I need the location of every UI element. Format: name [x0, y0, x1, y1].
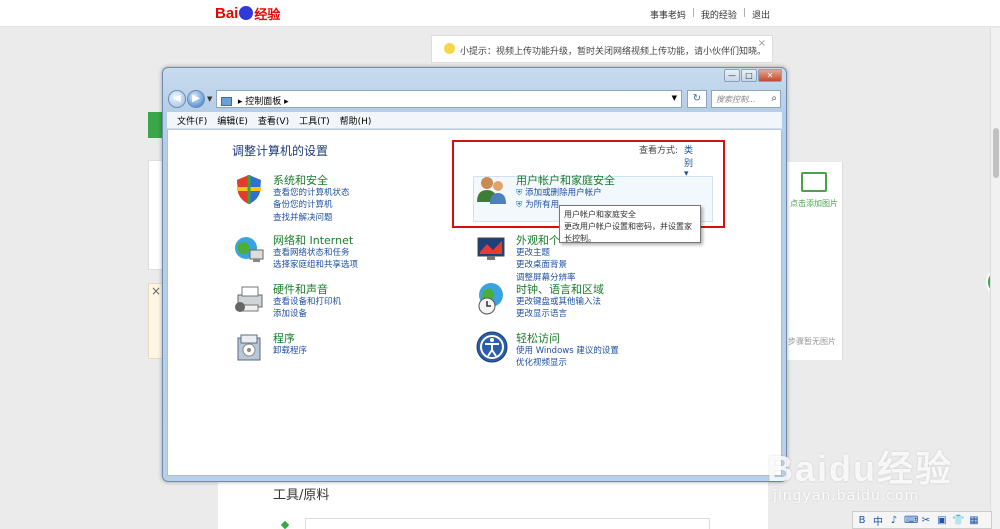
menu-tools[interactable]: 工具(T)	[294, 114, 335, 127]
category-link[interactable]: 更改桌面背景	[516, 258, 567, 270]
breadcrumb-arrow[interactable]: ▸	[284, 97, 289, 107]
watermark-logo-text: Baidu经验	[767, 448, 954, 489]
category-link[interactable]: 查看设备和打印机	[273, 295, 341, 307]
menu-edit[interactable]: 编辑(E)	[212, 114, 253, 127]
ime-skin-icon[interactable]: 👕	[952, 515, 964, 526]
control-panel-window: — □ ✕ ◀ ▶ ▼ ▸ 控制面板 ▸ ▼ ↻ 搜索控制... ⌕ 文件(F)…	[162, 67, 787, 482]
recent-pages-dropdown[interactable]: ▼	[207, 95, 212, 103]
ime-menu-icon[interactable]: ▦	[968, 515, 980, 526]
close-button[interactable]: ✕	[758, 69, 782, 82]
category-link[interactable]: 更改主题	[516, 246, 550, 258]
menu-help[interactable]: 帮助(H)	[335, 114, 377, 127]
category-link[interactable]: 查看网络状态和任务	[273, 246, 350, 258]
user-links: 事事老妈 | 我的经验 | 退出	[650, 8, 770, 21]
category-link[interactable]: 更改显示语言	[516, 307, 567, 319]
left-green-tab[interactable]	[148, 112, 162, 138]
no-image-label: 步骤暂无图片	[788, 337, 836, 346]
network-icon	[235, 237, 264, 262]
ime-voice-icon[interactable]: ♪	[888, 515, 900, 526]
refresh-button[interactable]: ↻	[687, 90, 707, 108]
globe-clock-icon	[478, 283, 503, 315]
image-add-icon	[801, 172, 827, 192]
tooltip-text: 更改用户帐户设置和密码，并设置家	[564, 222, 692, 231]
printer-icon	[235, 286, 263, 312]
link-separator: |	[742, 8, 746, 18]
baidu-logo[interactable]: Bai 经验	[215, 3, 280, 23]
content-title: 调整计算机的设置	[232, 144, 329, 158]
ime-screenshot-icon[interactable]: ✂	[920, 515, 932, 526]
search-input[interactable]: 搜索控制... ⌕	[711, 90, 781, 108]
logo-jingyan: 经验	[254, 7, 281, 23]
add-image-label: 点击添加图片	[790, 199, 838, 208]
control-panel-content: 调整计算机的设置 查看方式: 类别 ▾ 系统和安全 查看您的计算机状态 备份您的…	[167, 130, 782, 476]
baidu-paw-icon	[239, 6, 254, 20]
scrollbar-thumb[interactable]	[993, 128, 999, 178]
address-bar[interactable]: ▸ 控制面板 ▸ ▼	[216, 90, 682, 108]
menu-view[interactable]: 查看(V)	[253, 114, 294, 127]
address-dropdown-icon[interactable]: ▼	[672, 94, 677, 102]
bulb-icon	[444, 43, 455, 54]
category-link[interactable]: 更改键盘或其他输入法	[516, 295, 601, 307]
tool-input-box[interactable]	[305, 518, 710, 529]
accessibility-icon	[476, 331, 508, 363]
add-image-button[interactable]: 点击添加图片	[788, 172, 840, 209]
link-separator: |	[691, 8, 695, 18]
ime-panel-icon[interactable]: ▣	[936, 515, 948, 526]
close-icon[interactable]: ×	[151, 284, 161, 298]
address-row: ◀ ▶ ▼ ▸ 控制面板 ▸ ▼ ↻ 搜索控制... ⌕	[168, 89, 781, 109]
logo-text: Bai	[215, 4, 239, 22]
ime-toolbar: B 中 ♪ ⌨ ✂ ▣ 👕 ▦	[852, 511, 992, 529]
programs-icon	[237, 334, 261, 361]
category-link[interactable]: 使用 Windows 建议的设置	[516, 344, 619, 356]
shield-icon	[237, 175, 261, 204]
tooltip-text: 长控制。	[564, 234, 596, 243]
tip-text: 小提示：视频上传功能升级，暂时关闭网络视频上传功能，请小伙伴们知晓。	[460, 47, 767, 57]
forward-button[interactable]: ▶	[187, 90, 205, 108]
tip-close-button[interactable]: ×	[758, 38, 766, 49]
username-link[interactable]: 事事老妈	[650, 8, 686, 21]
logout-link[interactable]: 退出	[752, 8, 770, 21]
category-link[interactable]: 优化视频显示	[516, 356, 567, 368]
category-tooltip: 用户帐户和家庭安全 更改用户帐户设置和密码，并设置家 长控制。	[559, 205, 701, 243]
window-controls: — □ ✕	[724, 69, 782, 82]
search-icon[interactable]: ⌕	[771, 93, 777, 104]
menu-bar: 文件(F) 编辑(E) 查看(V) 工具(T) 帮助(H)	[167, 112, 782, 129]
category-link[interactable]: 查看您的计算机状态	[273, 186, 350, 198]
site-header: Bai 经验 事事老妈 | 我的经验 | 退出	[0, 0, 1000, 27]
appearance-icon	[477, 237, 505, 260]
category-link[interactable]: 查找并解决问题	[273, 211, 333, 223]
watermark-url: jingyan.baidu.com	[773, 488, 920, 504]
ime-chinese-mode-icon[interactable]: 中	[872, 513, 884, 528]
category-link[interactable]: 添加设备	[273, 307, 307, 319]
tooltip-title: 用户帐户和家庭安全	[564, 210, 636, 219]
category-link[interactable]: 选择家庭组和共享选项	[273, 258, 358, 270]
breadcrumb-control-panel[interactable]: 控制面板	[245, 97, 281, 107]
control-panel-icon	[221, 97, 232, 106]
breadcrumb-arrow: ▸	[237, 97, 243, 107]
maximize-button[interactable]: □	[741, 69, 757, 82]
ime-logo-icon[interactable]: B	[856, 515, 868, 526]
baidu-watermark: Baidu经验 jingyan.baidu.com	[765, 420, 995, 510]
search-placeholder: 搜索控制...	[716, 95, 756, 104]
category-link[interactable]: 卸载程序	[273, 344, 307, 356]
menu-file[interactable]: 文件(F)	[172, 114, 212, 127]
tip-banner: 小提示：视频上传功能升级，暂时关闭网络视频上传功能，请小伙伴们知晓。 ×	[431, 35, 773, 63]
minimize-button[interactable]: —	[724, 69, 740, 82]
back-button[interactable]: ◀	[168, 90, 186, 108]
my-experience-link[interactable]: 我的经验	[701, 8, 737, 21]
category-link[interactable]: 备份您的计算机	[273, 198, 333, 210]
ime-keyboard-icon[interactable]: ⌨	[904, 515, 918, 526]
section-title: 工具/原料	[273, 488, 330, 503]
